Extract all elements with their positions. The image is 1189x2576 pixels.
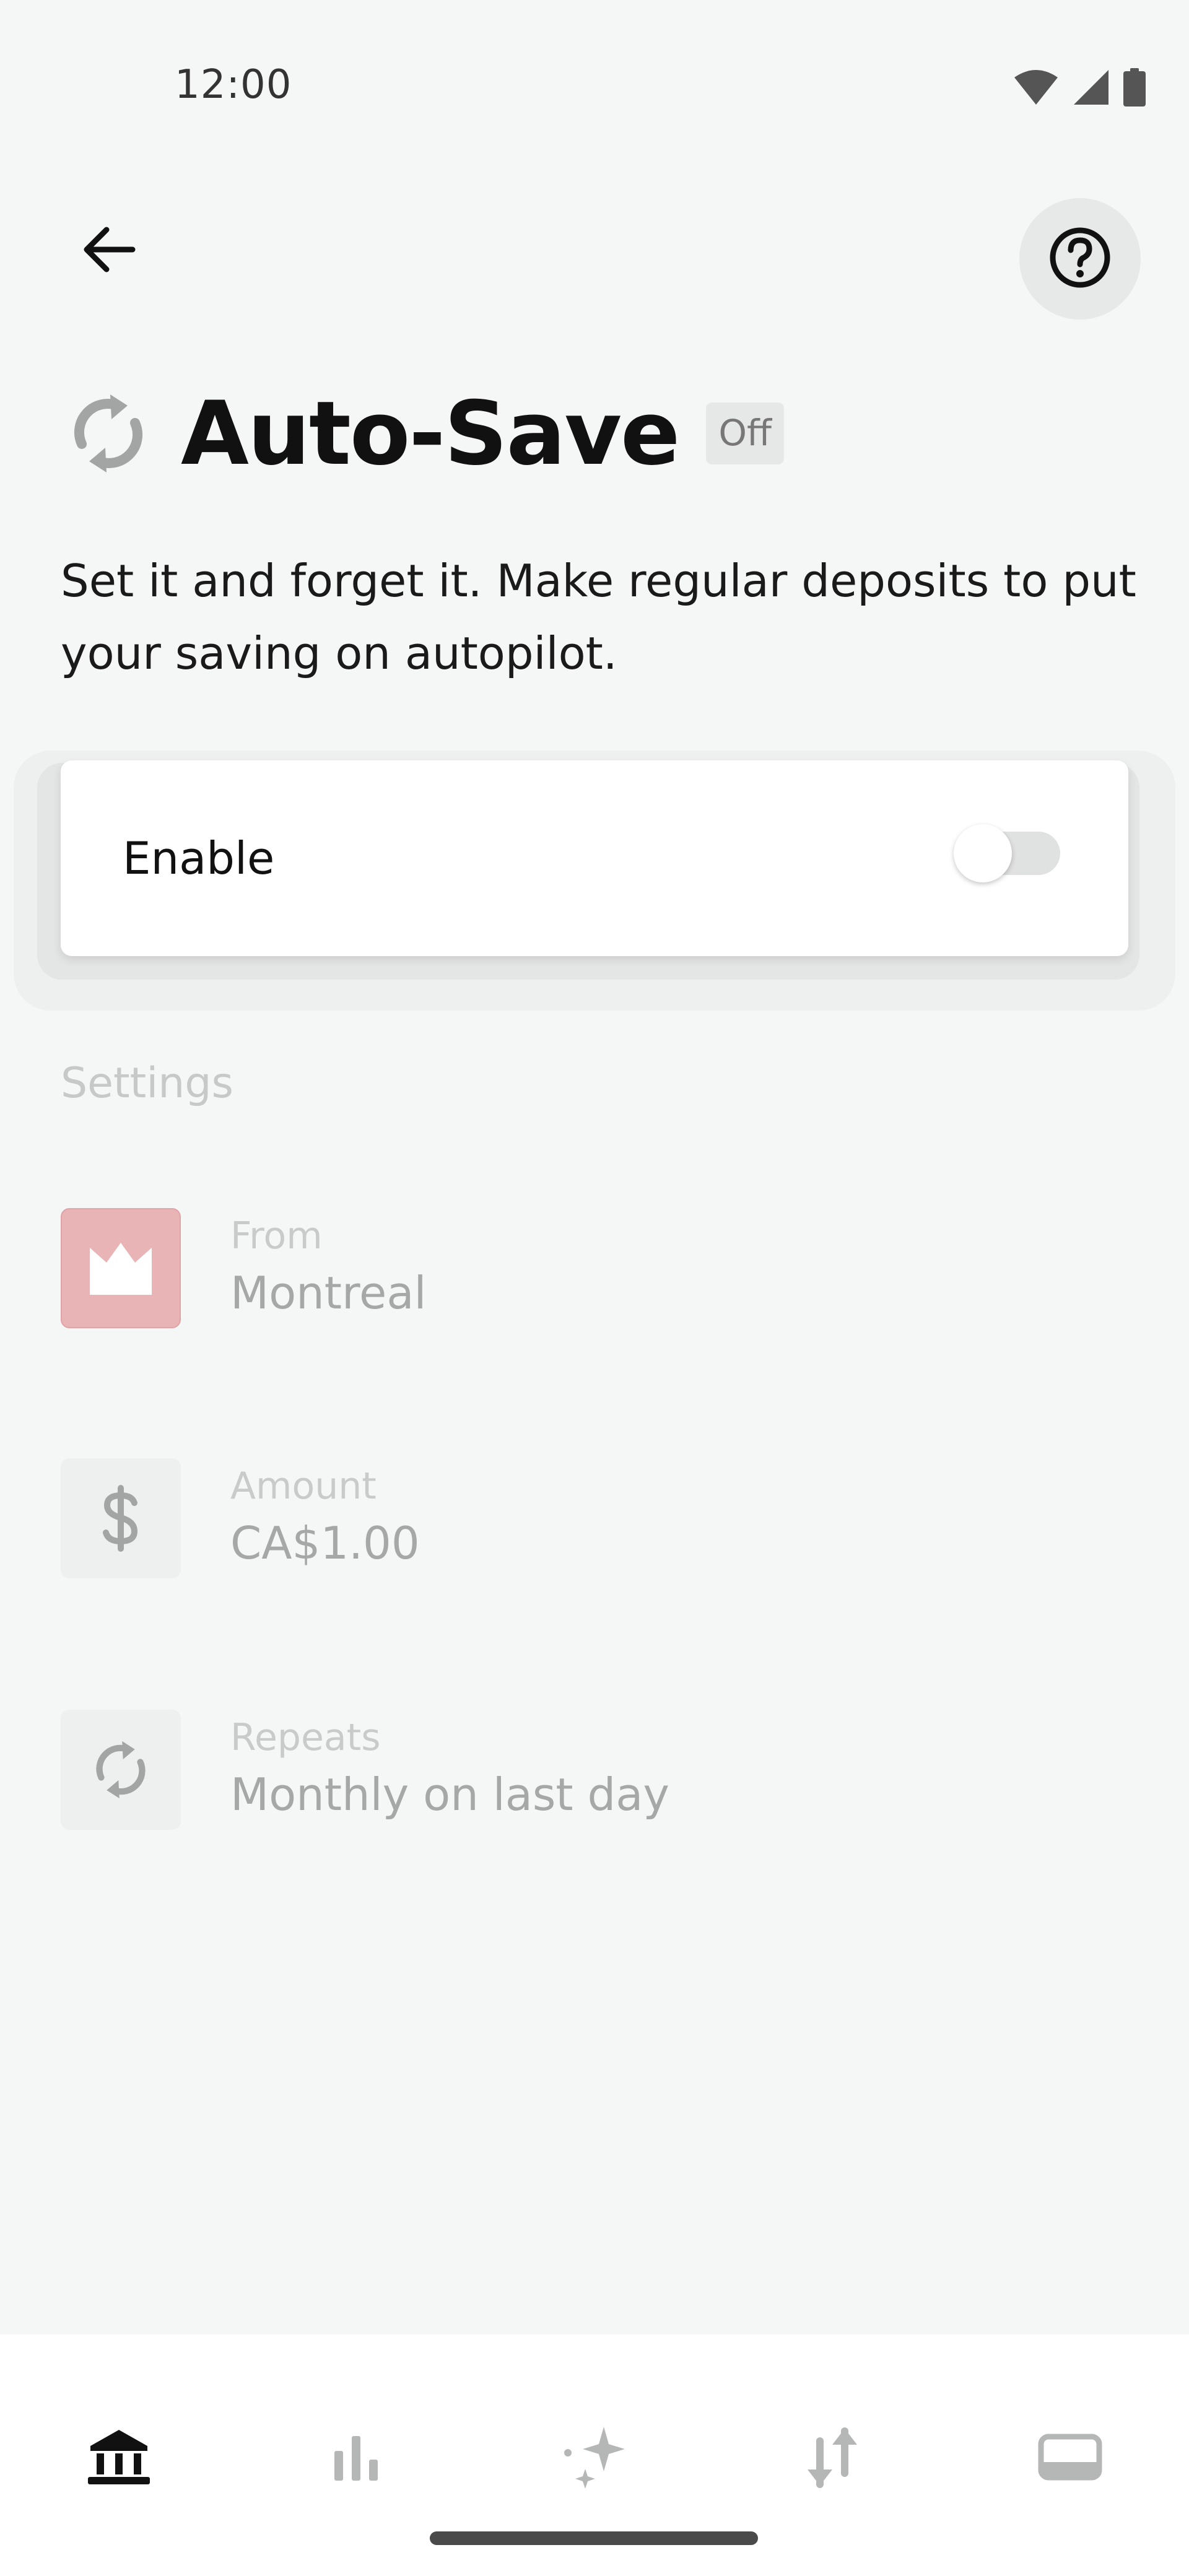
question-circle-icon — [1048, 225, 1112, 292]
setting-value: Montreal — [230, 1267, 427, 1319]
status-icons — [1013, 68, 1146, 109]
back-button[interactable] — [68, 211, 149, 291]
sync-icon — [61, 386, 156, 481]
setting-from-text: From Montreal — [230, 1211, 426, 1325]
status-badge: Off — [706, 402, 784, 464]
setting-value: Monthly on last day — [230, 1769, 669, 1821]
setting-from[interactable]: From Montreal — [61, 1208, 1128, 1329]
battery-icon — [1123, 68, 1146, 109]
card-icon — [1038, 2434, 1102, 2483]
setting-label: From — [230, 1214, 323, 1258]
setting-repeats-text: Repeats Monthly on last day — [230, 1713, 669, 1827]
title-row: Auto-Save Off — [61, 378, 784, 489]
nav-item-discover[interactable] — [545, 2409, 644, 2508]
sparkle-icon — [560, 2423, 629, 2494]
setting-amount-text: Amount CA$1.00 — [230, 1461, 420, 1575]
toggle-knob — [954, 824, 1012, 882]
cell-signal-icon — [1073, 69, 1110, 108]
enable-card[interactable]: Enable — [61, 760, 1128, 956]
transfer-arrows-icon — [803, 2426, 862, 2491]
nav-item-cards[interactable] — [1021, 2409, 1120, 2508]
help-button[interactable] — [1019, 198, 1141, 320]
setting-label: Repeats — [230, 1716, 381, 1759]
nav-item-accounts[interactable] — [69, 2409, 168, 2508]
setting-repeats[interactable]: Repeats Monthly on last day — [61, 1709, 1128, 1830]
bar-chart-icon — [332, 2432, 381, 2484]
settings-heading: Settings — [61, 1059, 233, 1108]
setting-value: CA$1.00 — [230, 1517, 420, 1569]
repeat-icon — [61, 1710, 181, 1830]
enable-label: Enable — [123, 832, 275, 884]
arrow-left-icon — [81, 225, 136, 277]
enable-toggle[interactable] — [954, 824, 1060, 882]
bottom-nav — [0, 2334, 1189, 2576]
nav-item-move-money[interactable] — [783, 2409, 882, 2508]
bank-icon — [87, 2427, 151, 2489]
nav-item-insights[interactable] — [307, 2409, 406, 2508]
page-description: Set it and forget it. Make regular depos… — [61, 555, 1136, 679]
status-time: 12:00 — [175, 62, 292, 108]
bank-logo-icon — [61, 1208, 181, 1328]
page-title: Auto-Save — [181, 382, 680, 485]
setting-amount[interactable]: Amount CA$1.00 — [61, 1458, 1128, 1579]
setting-label: Amount — [230, 1464, 377, 1508]
auto-save-screen: 12:00 Auto-Save Off Set it and forget it… — [0, 0, 1189, 2576]
wifi-icon — [1013, 69, 1059, 108]
home-indicator[interactable] — [430, 2531, 758, 2545]
dollar-icon — [61, 1458, 181, 1578]
